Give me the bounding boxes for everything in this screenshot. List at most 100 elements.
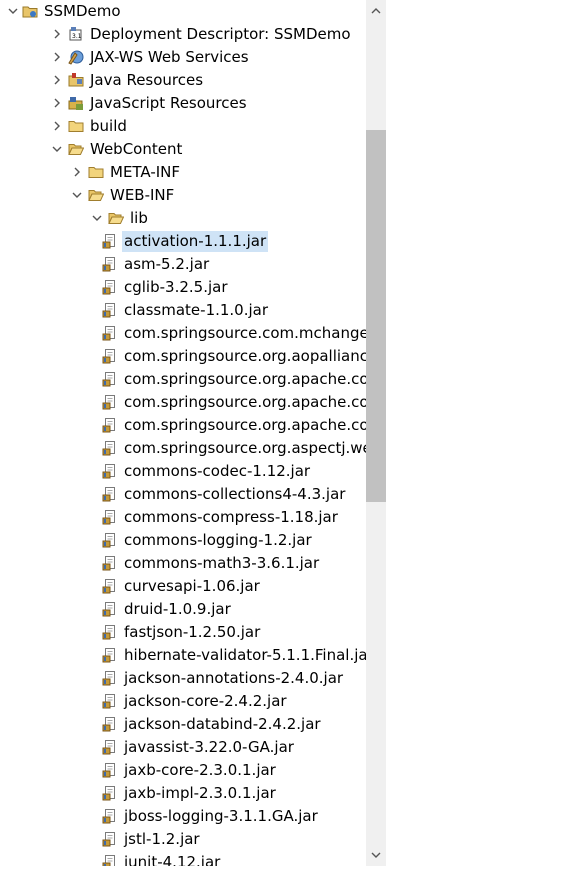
chevron-down-icon[interactable] [6,4,20,18]
jar-label: jstl-1.2.jar [124,830,200,848]
chevron-down-icon[interactable] [90,211,104,225]
chevron-right-icon[interactable] [50,96,64,110]
jar-label: jackson-databind-2.4.2.jar [124,715,321,733]
jar-list-item[interactable]: jaxb-impl-2.3.0.1.jar [0,782,366,805]
jar-list-item[interactable]: junit-4.12.jar [0,851,366,866]
jar-list-item[interactable]: commons-compress-1.18.jar [0,506,366,529]
jar-icon [102,325,118,341]
jar-list-item[interactable]: jackson-core-2.4.2.jar [0,690,366,713]
tree-item-project[interactable]: SSMDemo [0,0,366,23]
jar-list-item[interactable]: fastjson-1.2.50.jar [0,621,366,644]
jar-icon [102,394,118,410]
jar-label: com.springsource.com.mchange. [124,324,366,342]
scroll-down-button[interactable] [366,844,386,866]
folder-open-icon [108,210,125,226]
tree-item-label: Java Resources [90,71,204,89]
java-resources-icon [68,72,84,88]
jar-icon [102,578,118,594]
jar-list-item[interactable]: commons-codec-1.12.jar [0,460,366,483]
folder-icon [68,118,84,134]
tree-item-label: META-INF [110,163,181,181]
jar-label: commons-math3-3.6.1.jar [124,554,320,572]
jar-label: com.springsource.org.aspectj.we [124,439,366,457]
chevron-right-icon[interactable] [70,165,84,179]
jar-list-item[interactable]: com.springsource.org.aopalliance [0,345,366,368]
jar-list-item[interactable]: curvesapi-1.06.jar [0,575,366,598]
jar-list-item[interactable]: com.springsource.org.apache.cor [0,391,366,414]
jar-icon [102,371,118,387]
jar-label: fastjson-1.2.50.jar [124,623,261,641]
tree-item[interactable]: WebContent [0,138,366,161]
jar-label: com.springsource.org.apache.cor [124,416,366,434]
jar-icon [102,509,118,525]
jar-icon [102,532,118,548]
chevron-right-icon[interactable] [50,27,64,41]
jar-list-item[interactable]: jackson-databind-2.4.2.jar [0,713,366,736]
jar-list-item[interactable]: jstl-1.2.jar [0,828,366,851]
jar-icon [102,739,118,755]
tree-item[interactable]: JavaScript Resources [0,92,366,115]
folder-open-icon [88,187,105,203]
jar-list-item[interactable]: asm-5.2.jar [0,253,366,276]
chevron-right-icon[interactable] [50,119,64,133]
project-icon [22,3,38,19]
jar-list-item[interactable]: jackson-annotations-2.4.0.jar [0,667,366,690]
jar-icon [102,762,118,778]
chevron-down-icon[interactable] [70,188,84,202]
chevron-down-icon [371,852,381,858]
jar-label: commons-logging-1.2.jar [124,531,312,549]
vertical-scrollbar[interactable] [366,0,386,866]
tree-item-label: SSMDemo [44,2,121,20]
jar-label: javassist-3.22.0-GA.jar [124,738,294,756]
jar-list-item[interactable]: commons-logging-1.2.jar [0,529,366,552]
jar-icon [102,302,118,318]
jar-list-item[interactable]: com.springsource.com.mchange. [0,322,366,345]
chevron-right-icon[interactable] [50,73,64,87]
jar-list-item[interactable]: com.springsource.org.apache.cor [0,414,366,437]
tree-item[interactable]: 3.1 Deployment Descriptor: SSMDemo [0,23,366,46]
deployment-descriptor-icon: 3.1 [68,26,84,42]
jar-list-item[interactable]: javassist-3.22.0-GA.jar [0,736,366,759]
chevron-right-icon[interactable] [50,50,64,64]
jar-list-item[interactable]: activation-1.1.1.jar [0,230,366,253]
jar-list-item[interactable]: druid-1.0.9.jar [0,598,366,621]
tree-item[interactable]: JAX-WS Web Services [0,46,366,69]
tree-item[interactable]: build [0,115,366,138]
tree-item-label: lib [130,209,148,227]
jar-list-item[interactable]: jboss-logging-3.1.1.GA.jar [0,805,366,828]
jar-label: hibernate-validator-5.1.1.Final.jar [124,646,366,664]
web-services-icon [68,49,84,65]
chevron-up-icon [371,8,381,14]
javascript-resources-icon [68,95,84,111]
jar-list-item[interactable]: hibernate-validator-5.1.1.Final.jar [0,644,366,667]
jar-list-item[interactable]: cglib-3.2.5.jar [0,276,366,299]
jar-icon [102,279,118,295]
jar-icon [102,601,118,617]
tree-item[interactable]: Java Resources [0,69,366,92]
jar-label: asm-5.2.jar [124,255,210,273]
jar-icon [102,348,118,364]
jar-icon [102,716,118,732]
jar-list-item[interactable]: commons-collections4-4.3.jar [0,483,366,506]
tree-item[interactable]: lib [0,207,366,230]
jar-icon [102,256,118,272]
jar-icon [102,417,118,433]
jar-icon [102,486,118,502]
jar-list-item[interactable]: com.springsource.org.aspectj.we [0,437,366,460]
jar-label: jboss-logging-3.1.1.GA.jar [124,807,318,825]
scrollbar-thumb[interactable] [366,130,386,502]
chevron-down-icon[interactable] [50,142,64,156]
jar-list-item[interactable]: commons-math3-3.6.1.jar [0,552,366,575]
tree-item[interactable]: META-INF [0,161,366,184]
jar-label: com.springsource.org.apache.cor [124,393,366,411]
jar-list-item[interactable]: classmate-1.1.0.jar [0,299,366,322]
jar-icon [102,463,118,479]
tree-item-label: Deployment Descriptor: SSMDemo [90,25,351,43]
tree-item[interactable]: WEB-INF [0,184,366,207]
scroll-up-button[interactable] [366,0,386,22]
tree-item-label: WEB-INF [110,186,175,204]
jar-list-item[interactable]: com.springsource.org.apache.cor [0,368,366,391]
jar-list-item[interactable]: jaxb-core-2.3.0.1.jar [0,759,366,782]
jar-icon [102,808,118,824]
folder-icon [88,164,104,180]
